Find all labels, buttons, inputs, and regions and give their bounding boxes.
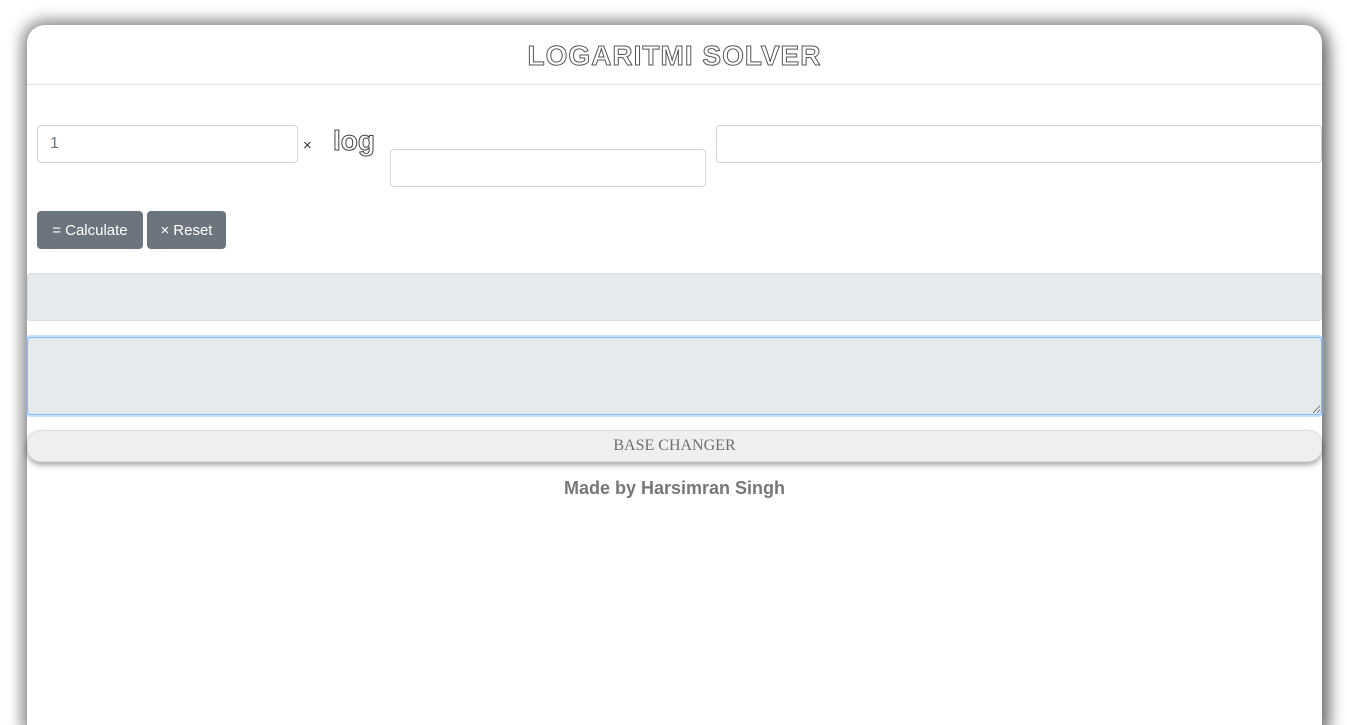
steps-textarea[interactable] [27,337,1322,415]
multiply-sign: × [303,137,312,154]
calculate-button[interactable]: = Calculate [37,211,143,249]
card-header: LOGARITMI SOLVER [27,25,1322,85]
reset-label: Reset [173,221,213,239]
footer-credit: Made by Harsimran Singh [563,478,786,498]
base-input[interactable] [390,149,706,187]
argument-input[interactable] [716,125,1322,163]
coefficient-input[interactable] [37,125,298,163]
base-changer-button[interactable]: BASE CHANGER [27,430,1322,462]
calculate-label: Calculate [65,221,128,239]
page-title: LOGARITMI SOLVER [527,39,822,71]
equals-icon: = [52,221,62,239]
result-output [27,273,1322,321]
solver-card: LOGARITMI SOLVER × log = Calculate × Res… [27,25,1322,725]
reset-button[interactable]: × Reset [147,211,226,249]
log-label: log [333,125,376,157]
close-icon: × [160,221,170,239]
